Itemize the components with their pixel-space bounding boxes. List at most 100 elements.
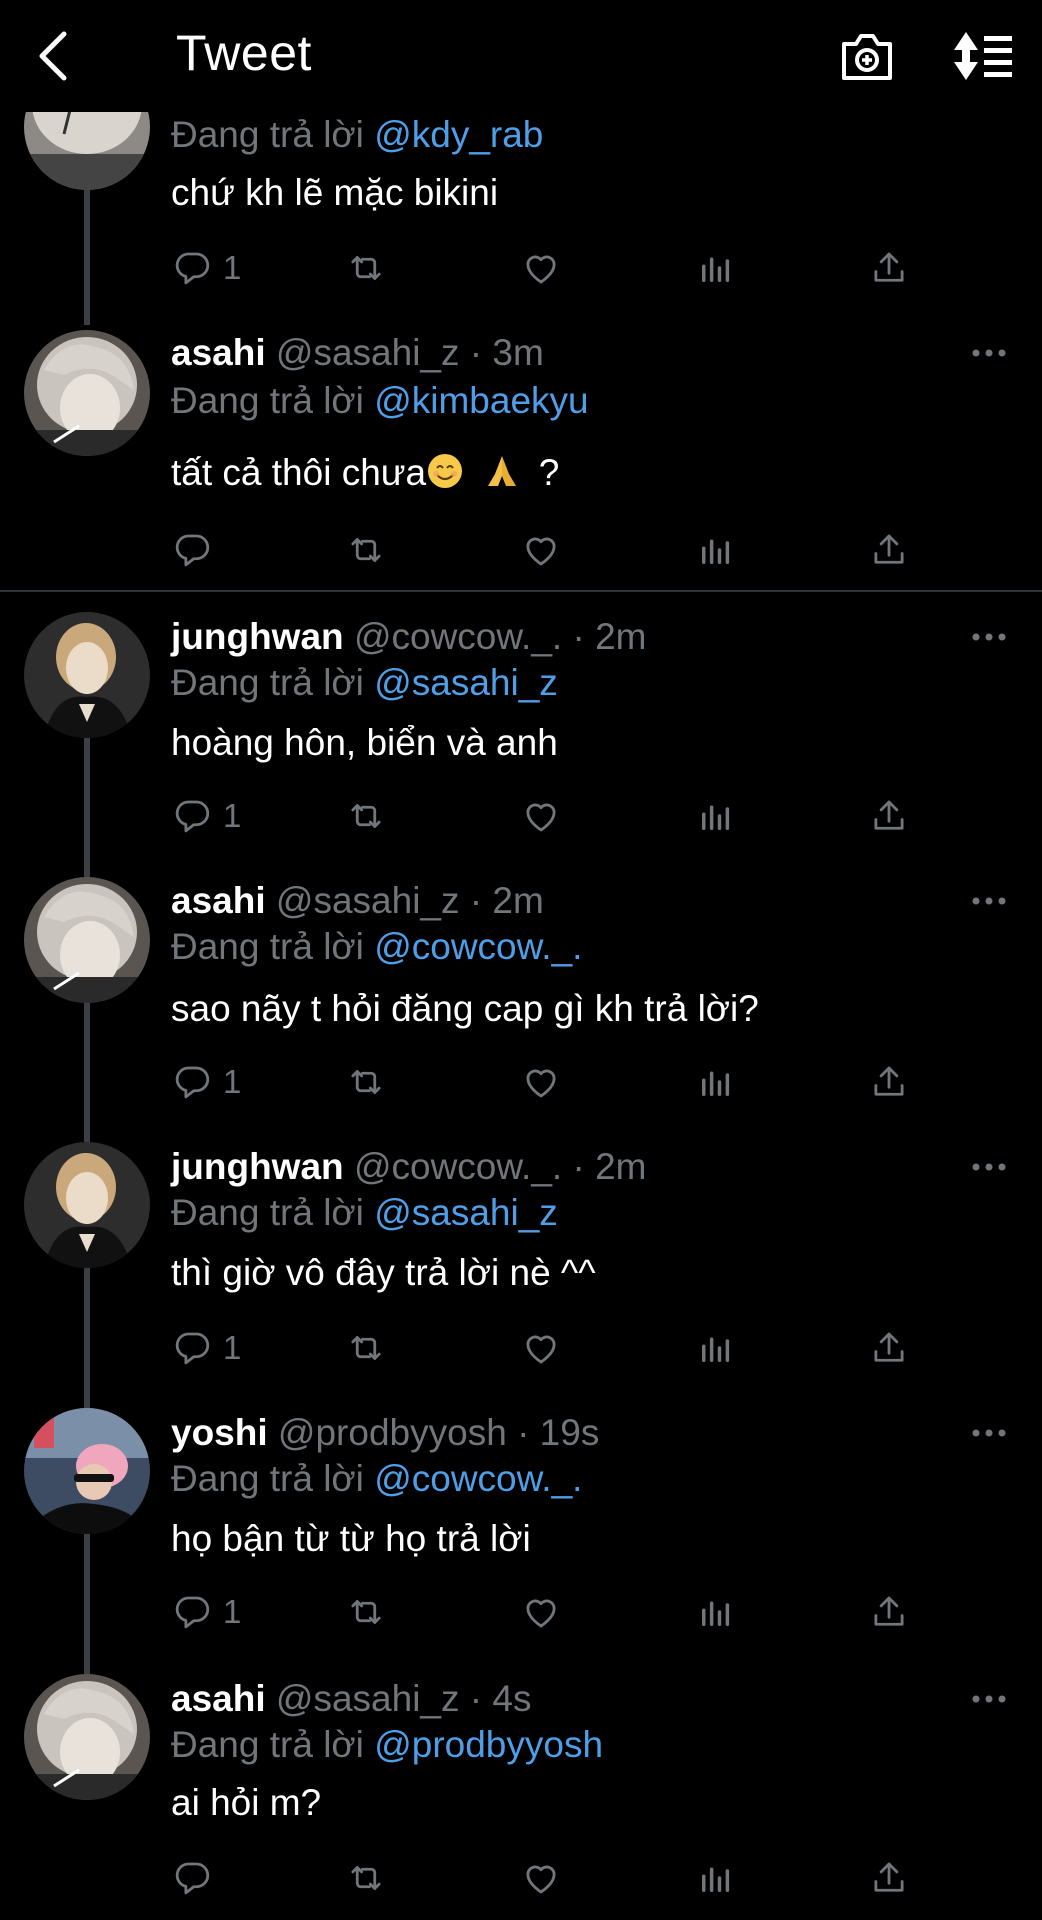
retweet-button[interactable] [345,528,387,572]
reply-to-link[interactable]: @kdy_rab [374,114,543,155]
tweet-text: tất cả thôi chưa ? [171,452,560,493]
top-bar: Tweet [0,0,1042,112]
analytics-button[interactable] [695,1060,737,1104]
like-button[interactable] [520,1856,562,1900]
more-icon[interactable] [972,1162,1006,1172]
analytics-button[interactable] [695,794,737,838]
reply-button[interactable]: 1 [171,1060,241,1104]
share-button[interactable] [868,1060,910,1104]
tweet-text: ai hỏi m? [171,1782,322,1823]
display-name[interactable]: asahi [171,332,266,373]
reply-count: 1 [223,1063,242,1100]
reply-icon [171,795,213,837]
reply-button[interactable] [171,1856,213,1900]
reply-to-link[interactable]: @prodbyyosh [374,1724,603,1765]
like-icon [520,247,562,289]
retweet-button[interactable] [345,1590,387,1634]
reply-context: Đang trả lời @sasahi_z [171,662,558,703]
display-name[interactable]: yoshi [171,1412,268,1453]
retweet-icon [345,1857,387,1899]
more-icon[interactable] [972,1428,1006,1438]
share-button[interactable] [868,794,910,838]
more-icon[interactable] [972,632,1006,642]
like-button[interactable] [520,528,562,572]
tweet-actions [0,1856,1042,1906]
share-icon [868,247,910,289]
more-icon[interactable] [972,1694,1006,1704]
tweet-actions: 1 [0,1326,1042,1376]
share-button[interactable] [868,1856,910,1900]
display-name[interactable]: asahi [171,880,266,921]
analytics-button[interactable] [695,246,737,290]
tweet-header: asahi @sasahi_z · 2m [171,880,544,921]
analytics-icon [695,795,737,837]
avatar[interactable] [24,1408,150,1534]
reply-context: Đang trả lời @cowcow._. [171,1458,583,1499]
reply-context: Đang trả lời @prodbyyosh [171,1724,604,1765]
analytics-button[interactable] [695,528,737,572]
tweet-actions: 1 [0,1590,1042,1640]
retweet-button[interactable] [345,1856,387,1900]
analytics-button[interactable] [695,1856,737,1900]
timestamp: 2m [595,616,647,657]
tweet-header: junghwan @cowcow._. · 2m [171,616,647,657]
share-button[interactable] [868,1326,910,1370]
reply-to-link[interactable]: @sasahi_z [374,1192,558,1233]
reply-context: Đang trả lời @kimbaekyu [171,380,589,421]
reply-to-link[interactable]: @cowcow._. [374,926,582,967]
like-button[interactable] [520,1060,562,1104]
tweet-actions: 1 [0,1060,1042,1110]
timestamp: 19s [539,1412,600,1453]
like-button[interactable] [520,794,562,838]
display-name[interactable]: junghwan [171,616,344,657]
reply-context: Đang trả lời @sasahi_z [171,1192,558,1233]
tweet-header: asahi @sasahi_z · 4s [171,1678,532,1719]
like-button[interactable] [520,246,562,290]
tweet-header: asahi @sasahi_z · 3m [171,332,544,373]
analytics-icon [695,1591,737,1633]
timestamp: 2m [492,880,544,921]
more-icon[interactable] [972,348,1006,358]
avatar[interactable] [24,612,150,738]
avatar[interactable] [24,877,150,1003]
display-name[interactable]: junghwan [171,1146,344,1187]
retweet-button[interactable] [345,794,387,838]
reply-to-link[interactable]: @kimbaekyu [374,380,588,421]
camera-plus-icon[interactable] [840,30,894,82]
tweet-actions: 1 [0,794,1042,844]
retweet-icon [345,1591,387,1633]
more-icon[interactable] [972,896,1006,906]
share-button[interactable] [868,528,910,572]
analytics-button[interactable] [695,1590,737,1634]
retweet-button[interactable] [345,1060,387,1104]
tweet-text: thì giờ vô đây trả lời nè ^^ [171,1252,596,1293]
reply-to-link[interactable]: @sasahi_z [374,662,558,703]
avatar[interactable] [24,330,150,456]
share-button[interactable] [868,246,910,290]
retweet-button[interactable] [345,246,387,290]
reply-to-link[interactable]: @cowcow._. [374,1458,582,1499]
avatar[interactable] [24,1674,150,1800]
user-handle: @cowcow._. [353,1146,563,1187]
like-button[interactable] [520,1590,562,1634]
display-name[interactable]: asahi [171,1678,266,1719]
reply-button[interactable]: 1 [171,1326,241,1370]
sort-list-icon[interactable] [952,30,1014,82]
tweet-text: sao nãy t hỏi đăng cap gì kh trả lời? [171,988,759,1029]
avatar[interactable] [24,1142,150,1268]
reply-icon [171,529,213,571]
user-handle: @sasahi_z [275,332,460,373]
reply-button[interactable]: 1 [171,1590,241,1634]
back-arrow-icon[interactable] [32,30,76,82]
analytics-button[interactable] [695,1326,737,1370]
like-icon [520,1327,562,1369]
reply-button[interactable]: 1 [171,794,241,838]
like-button[interactable] [520,1326,562,1370]
retweet-icon [345,1327,387,1369]
reply-button[interactable] [171,528,213,572]
retweet-button[interactable] [345,1326,387,1370]
reply-button[interactable]: 1 [171,246,241,290]
share-button[interactable] [868,1590,910,1634]
tweet-header: junghwan @cowcow._. · 2m [171,1146,647,1187]
divider [0,590,1042,592]
